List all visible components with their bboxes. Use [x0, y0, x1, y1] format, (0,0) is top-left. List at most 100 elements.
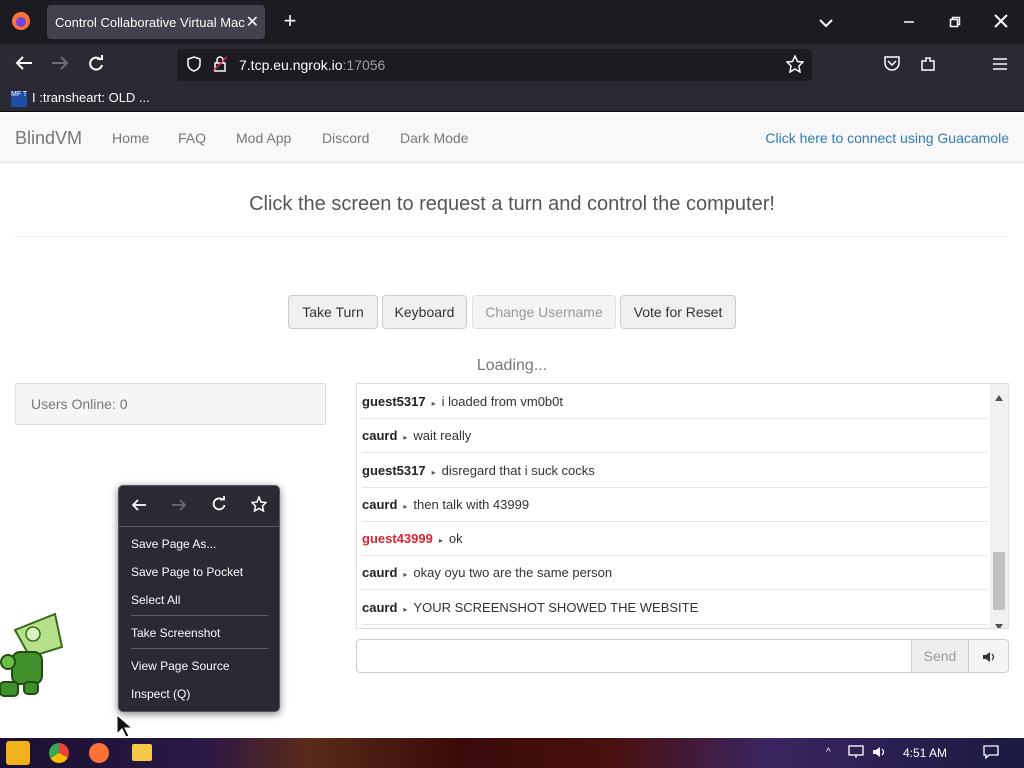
browser-toolbar: 7.tcp.eu.ngrok.io:17056 [0, 44, 1024, 86]
ctx-separator [131, 615, 268, 616]
chat-username[interactable]: guest43999 [362, 531, 433, 546]
url-text[interactable]: 7.tcp.eu.ngrok.io:17056 [239, 57, 385, 73]
keyboard-button[interactable]: Keyboard [382, 295, 467, 329]
ctx-back-icon[interactable] [131, 496, 147, 517]
chat-message-text: wait really [413, 428, 472, 443]
vm-loading-status[interactable]: Loading... [0, 357, 1024, 375]
browser-tab-active[interactable]: Control Collaborative Virtual Machine ✕ [47, 5, 265, 39]
nav-dark-mode[interactable]: Dark Mode [400, 130, 468, 146]
tracking-protection-shield-icon[interactable] [185, 56, 203, 76]
url-port: :17056 [342, 57, 386, 73]
users-online-label: Users Online: 0 [31, 396, 128, 412]
taskbar-clock[interactable]: 4:51 AM [903, 746, 947, 760]
extensions-icon[interactable] [918, 55, 938, 77]
bookmark-label: I :transheart: OLD ... [32, 90, 150, 105]
chat-username[interactable]: guest5317 [362, 463, 426, 478]
scroll-down-icon[interactable] [995, 617, 1003, 628]
url-bar[interactable]: 7.tcp.eu.ngrok.io:17056 [177, 49, 812, 81]
ctx-save-to-pocket[interactable]: Save Page to Pocket [131, 565, 243, 579]
chat-message-text: okay oyu two are the same person [413, 565, 613, 580]
os-taskbar: ^ 4:51 AM [0, 738, 1024, 768]
speaker-icon [982, 648, 996, 664]
divider [15, 236, 1007, 237]
chat-message: caurd ▸ okay oyu two are the same person [362, 556, 988, 590]
ctx-separator [131, 648, 268, 649]
chat-message-text: ok [448, 531, 463, 546]
start-button-icon[interactable] [6, 741, 30, 765]
file-explorer-taskbar-icon[interactable] [132, 744, 152, 761]
firefox-taskbar-icon[interactable] [89, 743, 109, 763]
bookmark-star-icon[interactable] [785, 54, 805, 77]
volume-tray-icon[interactable] [872, 745, 888, 764]
ctx-bookmark-star-icon[interactable] [250, 494, 268, 517]
chat-separator-icon: ▸ [438, 536, 443, 545]
account-avatar-icon[interactable] [954, 56, 974, 78]
ctx-forward-icon[interactable] [171, 496, 187, 517]
chrome-taskbar-icon[interactable] [49, 743, 69, 763]
chat-username[interactable]: caurd [362, 565, 397, 580]
chat-message: caurd ▸ YOUR SCREENSHOT SHOWED THE WEBSITE [362, 591, 988, 625]
back-icon[interactable] [14, 55, 34, 75]
tray-expand-icon[interactable]: ^ [826, 747, 831, 758]
tab-title: Control Collaborative Virtual Machine [55, 15, 245, 30]
close-window-button[interactable] [990, 12, 1012, 32]
notifications-icon[interactable] [983, 745, 999, 764]
chat-username[interactable]: guest5317 [362, 394, 426, 409]
chat-separator-icon: ▸ [403, 433, 408, 442]
new-tab-button[interactable]: + [279, 10, 301, 32]
nav-home[interactable]: Home [112, 130, 149, 146]
peridot-mascot-image [0, 612, 70, 702]
ctx-separator [119, 526, 279, 527]
site-brand[interactable]: BlindVM [15, 128, 82, 149]
chat-separator-icon: ▸ [403, 605, 408, 614]
vote-reset-button[interactable]: Vote for Reset [620, 295, 736, 329]
site-navbar: BlindVM Home FAQ Mod App Discord Dark Mo… [0, 113, 1024, 163]
chat-username[interactable]: caurd [362, 497, 397, 512]
chat-message-text: then talk with 43999 [413, 497, 530, 512]
chat-message: guest5317 ▸ disregard that i suck cocks [362, 454, 988, 488]
ctx-inspect[interactable]: Inspect (Q) [131, 687, 190, 701]
send-button[interactable]: Send [911, 639, 969, 673]
chat-message: caurd ▸ wait really [362, 419, 988, 453]
chat-panel[interactable]: guest5317 ▸ i loaded from vm0b0t caurd ▸ wait… [356, 383, 1009, 629]
reload-icon[interactable] [86, 55, 106, 77]
nav-discord[interactable]: Discord [322, 130, 369, 146]
bookmarks-toolbar: MF T I :transheart: OLD ... [0, 86, 1024, 112]
change-username-button[interactable]: Change Username [472, 295, 616, 329]
scroll-up-icon[interactable] [995, 388, 1003, 406]
take-turn-button[interactable]: Take Turn [288, 295, 378, 329]
tab-close-icon[interactable]: ✕ [246, 12, 259, 32]
chat-input[interactable] [356, 639, 912, 673]
chat-separator-icon: ▸ [431, 468, 436, 477]
chat-username[interactable]: caurd [362, 600, 397, 615]
chat-scrollbar-thumb[interactable] [993, 552, 1005, 610]
ctx-reload-icon[interactable] [211, 496, 227, 517]
guacamole-link[interactable]: Click here to connect using Guacamole [765, 130, 1009, 146]
ctx-view-page-source[interactable]: View Page Source [131, 659, 230, 673]
app-menu-icon[interactable] [990, 55, 1010, 75]
forward-icon[interactable] [50, 55, 70, 75]
chat-message-text: i loaded from vm0b0t [441, 394, 564, 409]
sound-toggle-button[interactable] [968, 639, 1009, 673]
list-all-tabs-icon[interactable] [815, 12, 837, 32]
chat-separator-icon: ▸ [403, 502, 408, 511]
chat-username[interactable]: caurd [362, 428, 397, 443]
ctx-save-page-as[interactable]: Save Page As... [131, 537, 216, 551]
firefox-icon[interactable] [10, 11, 32, 33]
ctx-select-all[interactable]: Select All [131, 593, 180, 607]
chat-scrollbar[interactable] [990, 384, 1008, 628]
chat-message: caurd ▸ then talk with 43999 [362, 488, 988, 522]
minimize-window-button[interactable] [898, 12, 920, 32]
bookmark-item[interactable]: MF T I :transheart: OLD ... [11, 90, 150, 107]
chat-separator-icon: ▸ [431, 399, 436, 408]
chat-message-text: disregard that i suck cocks [441, 463, 595, 478]
nav-faq[interactable]: FAQ [178, 130, 206, 146]
restore-window-button[interactable] [944, 12, 966, 32]
network-tray-icon[interactable] [848, 745, 864, 764]
nav-mod-app[interactable]: Mod App [236, 130, 291, 146]
ctx-take-screenshot[interactable]: Take Screenshot [131, 626, 220, 640]
pocket-icon[interactable] [882, 55, 902, 75]
insecure-lock-icon[interactable] [211, 56, 229, 76]
context-menu: Save Page As... Save Page to Pocket Sele… [118, 485, 280, 712]
users-online-panel: Users Online: 0 [15, 383, 326, 425]
